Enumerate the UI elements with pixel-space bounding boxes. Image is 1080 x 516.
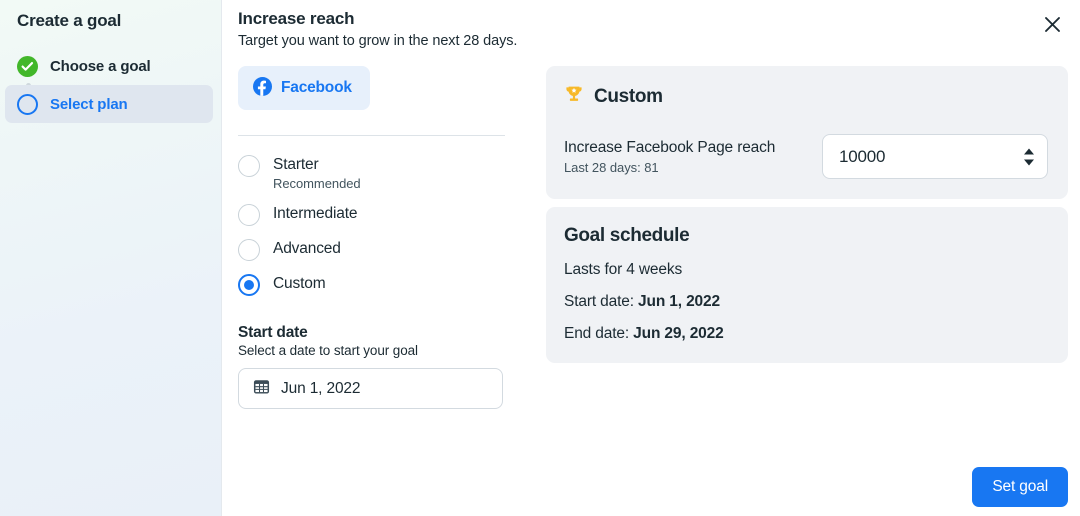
metric-row: Increase Facebook Page reach Last 28 day… — [564, 134, 1048, 179]
header: Increase reach Target you want to grow i… — [222, 0, 1080, 49]
check-circle-icon — [17, 55, 38, 77]
sidebar-item-select-plan[interactable]: Select plan — [5, 85, 213, 123]
tab-label: Facebook — [281, 79, 352, 96]
radio-label: Advanced — [273, 240, 341, 257]
schedule-end-label: End date: — [564, 325, 634, 342]
radio-option-advanced[interactable]: Advanced — [238, 238, 526, 261]
radio-sublabel: Recommended — [273, 176, 361, 191]
sidebar-item-label: Select plan — [50, 95, 128, 113]
caret-up-icon[interactable] — [1024, 148, 1034, 154]
caret-down-icon[interactable] — [1024, 159, 1034, 165]
radio-option-custom[interactable]: Custom — [238, 273, 526, 296]
sidebar-item-label: Choose a goal — [50, 57, 151, 75]
custom-card-title: Custom — [594, 85, 663, 107]
radio-icon[interactable] — [238, 155, 260, 177]
plan-selection-column: Facebook Starter Recommended Intermediat… — [238, 66, 526, 409]
section-divider — [238, 135, 505, 136]
start-date-value: Jun 1, 2022 — [281, 379, 361, 397]
calendar-icon — [253, 378, 270, 400]
radio-icon[interactable] — [238, 239, 260, 261]
radio-icon[interactable] — [238, 204, 260, 226]
schedule-duration: Lasts for 4 weeks — [564, 261, 683, 278]
radio-label: Intermediate — [273, 205, 358, 222]
create-goal-dialog: Create a goal Choose a goal Select plan — [0, 0, 1080, 516]
custom-goal-card: Custom Increase Facebook Page reach Last… — [546, 66, 1068, 199]
set-goal-button[interactable]: Set goal — [972, 467, 1068, 507]
radio-option-starter[interactable]: Starter Recommended — [238, 154, 526, 191]
facebook-icon — [253, 77, 272, 99]
sidebar: Create a goal Choose a goal Select plan — [0, 0, 222, 516]
schedule-start-value: Jun 1, 2022 — [638, 293, 720, 310]
content-body: Facebook Starter Recommended Intermediat… — [222, 66, 1080, 409]
plan-radio-group: Starter Recommended Intermediate Advance… — [238, 154, 526, 296]
metric-sublabel: Last 28 days: 81 — [564, 160, 659, 175]
summary-column: Custom Increase Facebook Page reach Last… — [526, 66, 1080, 409]
close-icon — [1044, 16, 1061, 33]
radio-label: Starter — [273, 156, 319, 173]
radio-option-intermediate[interactable]: Intermediate — [238, 203, 526, 226]
start-date-section: Start date Select a date to start your g… — [238, 324, 526, 409]
footer: Set goal — [972, 467, 1068, 507]
schedule-title: Goal schedule — [564, 225, 690, 246]
circle-outline-icon — [17, 93, 38, 115]
schedule-start-label: Start date: — [564, 293, 639, 310]
metric-label: Increase Facebook Page reach — [564, 139, 776, 156]
sidebar-title: Create a goal — [17, 11, 122, 30]
page-subtitle: Target you want to grow in the next 28 d… — [238, 33, 518, 49]
goal-schedule-card: Goal schedule Lasts for 4 weeks Start da… — [546, 207, 1068, 363]
main-panel: Increase reach Target you want to grow i… — [222, 0, 1080, 516]
schedule-start-date: Start date: Jun 1, 2022 — [564, 293, 1048, 311]
radio-label: Custom — [273, 275, 326, 292]
schedule-end-date: End date: Jun 29, 2022 — [564, 325, 1048, 343]
target-value-field[interactable] — [839, 146, 1013, 167]
sidebar-item-choose-a-goal[interactable]: Choose a goal — [0, 47, 213, 88]
schedule-end-value: Jun 29, 2022 — [633, 325, 724, 342]
start-date-subtitle: Select a date to start your goal — [238, 343, 418, 358]
step-list: Choose a goal Select plan — [0, 47, 221, 123]
start-date-picker[interactable]: Jun 1, 2022 — [238, 368, 503, 409]
page-title: Increase reach — [238, 9, 355, 28]
trophy-icon — [564, 84, 584, 109]
close-button[interactable] — [1036, 8, 1068, 40]
target-number-input[interactable] — [822, 134, 1048, 179]
number-spinner[interactable] — [1024, 148, 1034, 165]
radio-icon-selected[interactable] — [238, 274, 260, 296]
tab-facebook[interactable]: Facebook — [238, 66, 370, 110]
start-date-title: Start date — [238, 324, 308, 341]
